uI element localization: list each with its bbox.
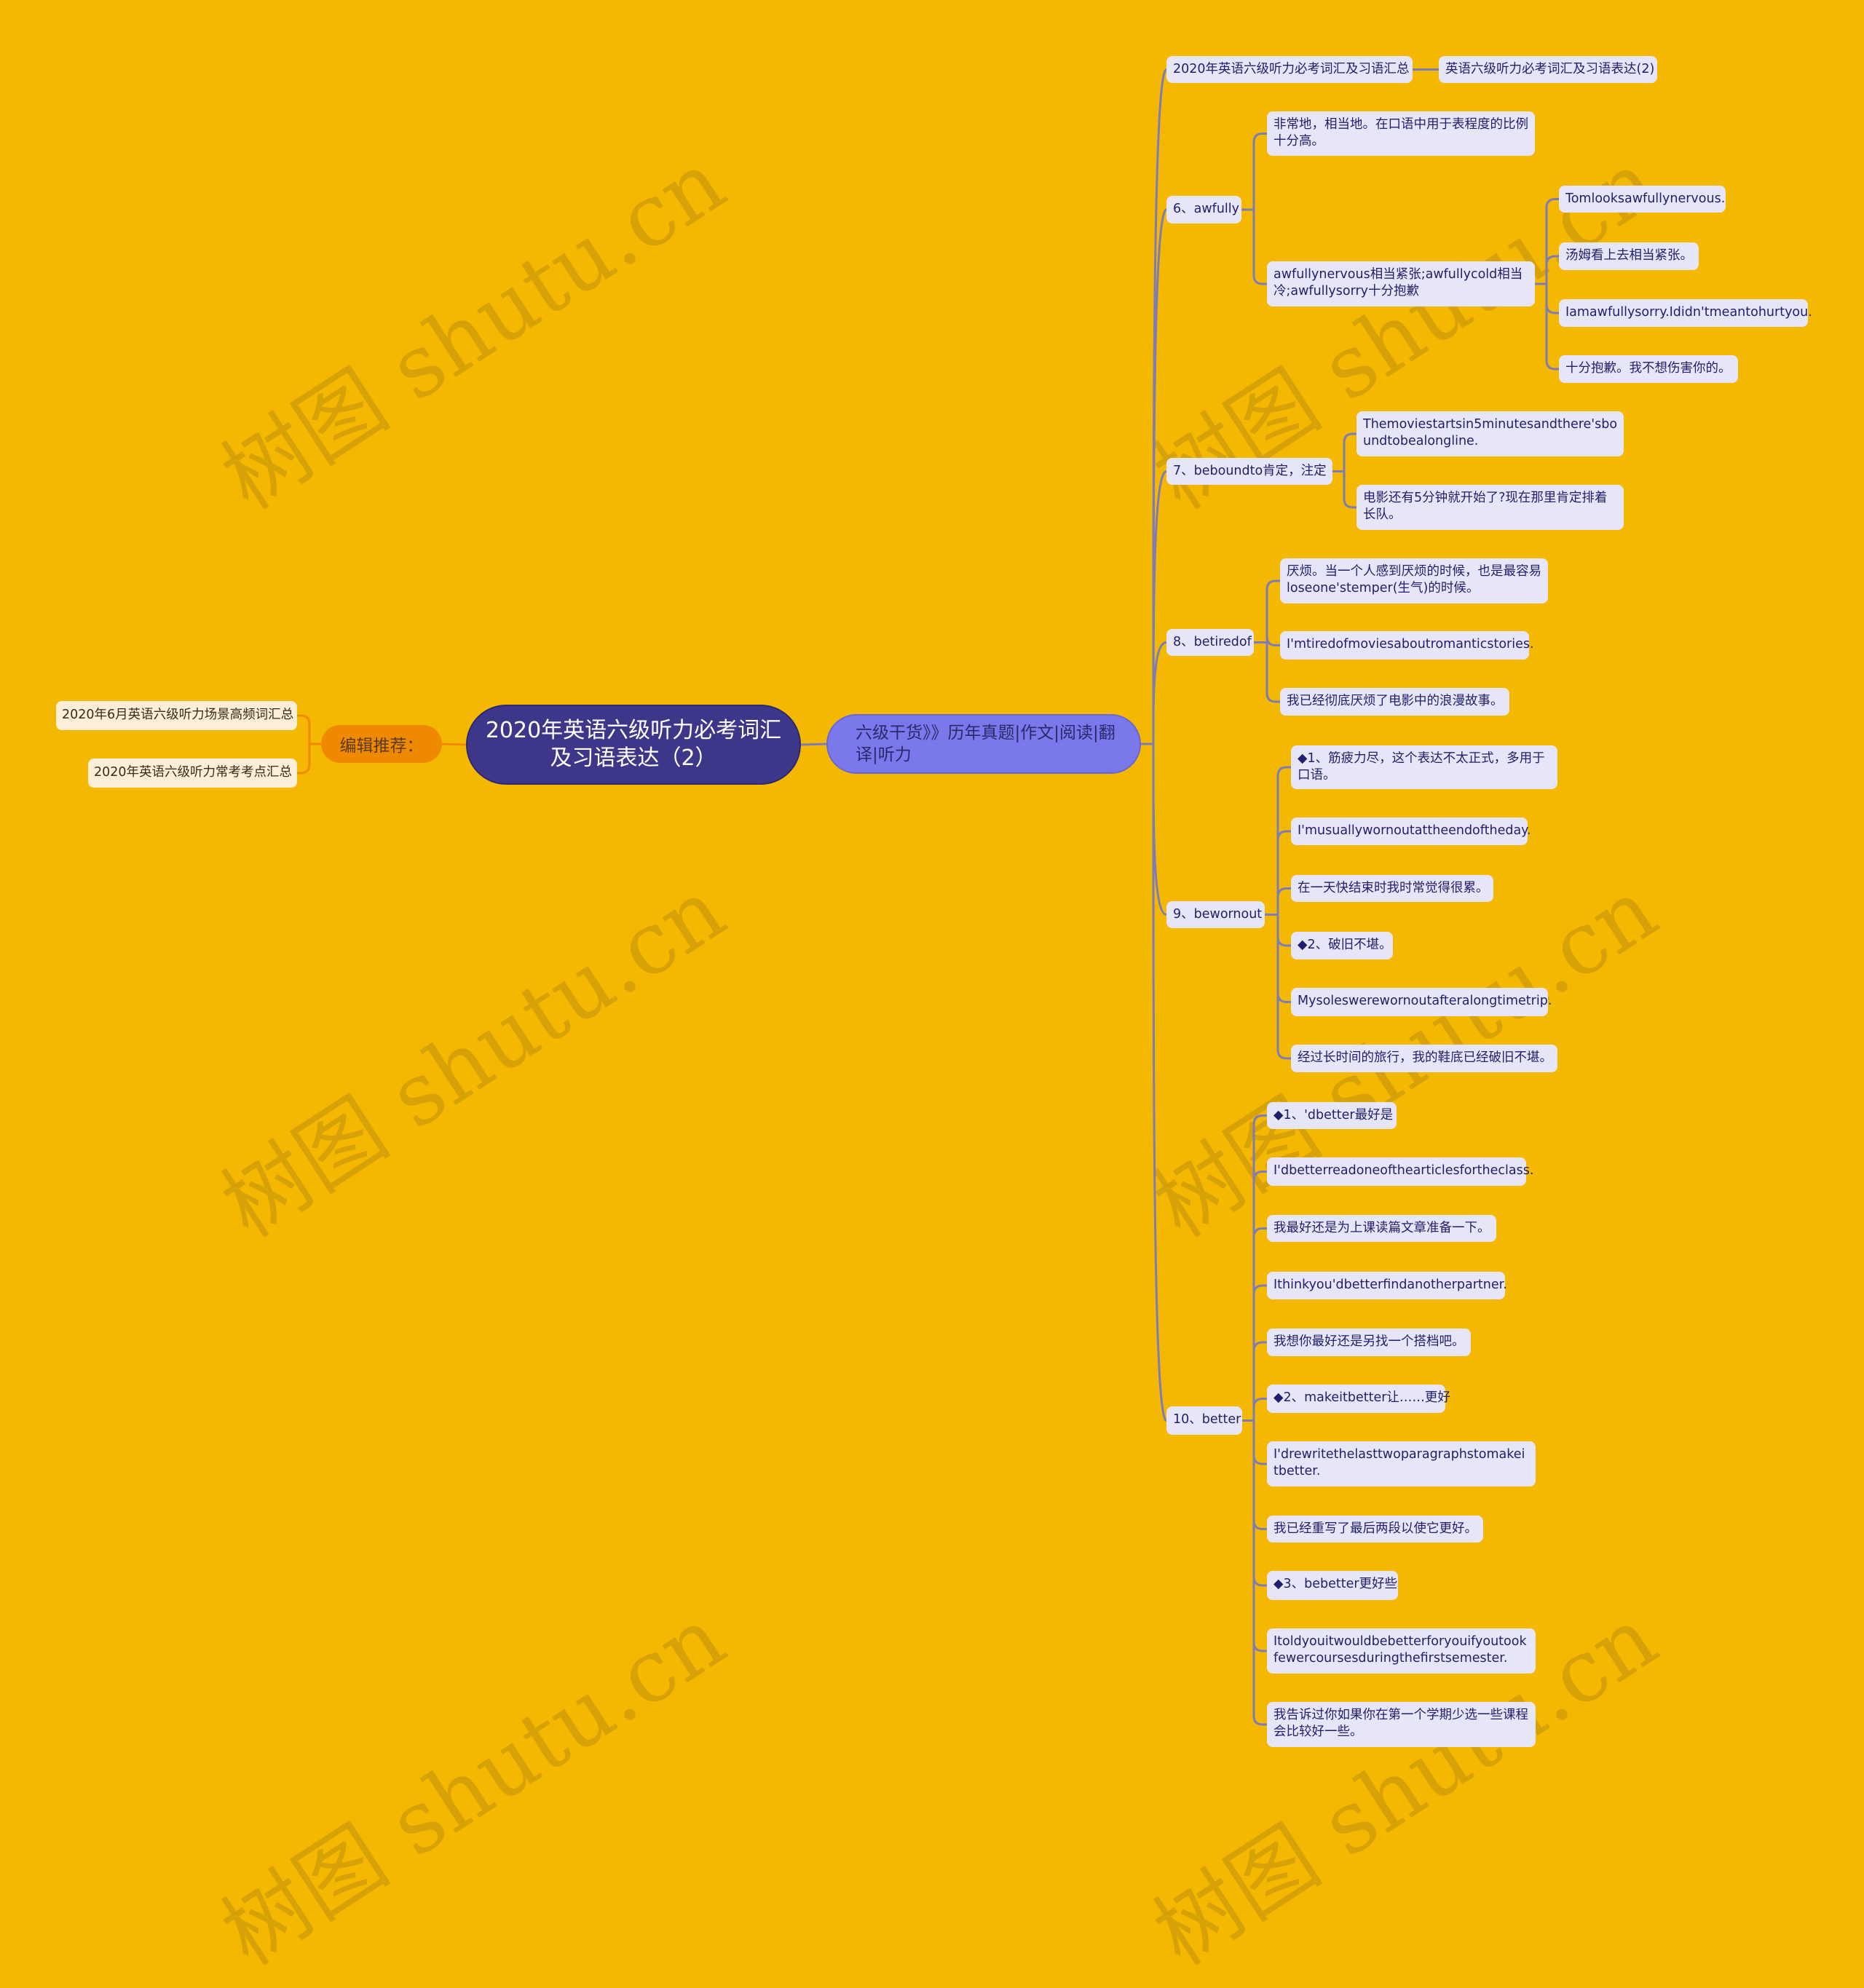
connector-line [1265, 642, 1280, 703]
subtopic-node[interactable]: I'mtiredofmoviesaboutromanticstories. [1280, 631, 1534, 660]
connector-line [1252, 1114, 1267, 1421]
main-branch-node[interactable]: 六级干货》》历年真题|作文|阅读|翻译|听力 [826, 714, 1141, 774]
connector-line [1252, 1420, 1267, 1726]
connector-line [1545, 284, 1559, 314]
connector-line [1252, 1420, 1267, 1530]
subtopic-node[interactable]: I'dbetterreadoneofthearticlesfortheclass… [1267, 1157, 1533, 1186]
subtopic-node[interactable]: 经过长时间的旅行，我的鞋底已经破旧不堪。 [1291, 1045, 1557, 1072]
subtopic-node[interactable]: 我告诉过你如果你在第一个学期少选一些课程会比较好一些。 [1267, 1702, 1536, 1747]
connector-line [297, 742, 321, 775]
editor-recommend-node[interactable]: 编辑推荐： [321, 725, 442, 763]
subtopic-node[interactable]: Ithinkyou'dbetterfindanotherpartner. [1267, 1272, 1507, 1299]
connector-line [1343, 432, 1356, 472]
topic-node[interactable]: 8、betiredof [1166, 629, 1254, 656]
connector-line [1276, 887, 1291, 915]
connector-line [1152, 641, 1167, 745]
topic-node[interactable]: 7、beboundto肯定，注定 [1166, 458, 1332, 485]
connector-line [1252, 132, 1267, 210]
subtopic-node[interactable]: ◆2、makeitbetter让……更好 [1267, 1385, 1450, 1413]
connector-line [1252, 1420, 1267, 1652]
connector-line [1545, 198, 1559, 284]
topic-node[interactable]: 6、awfully [1166, 196, 1241, 223]
connector-line [1252, 1398, 1267, 1421]
topic-node[interactable]: 10、better [1166, 1406, 1242, 1435]
related-link-item[interactable]: 2020年英语六级听力常考考点汇总 [88, 759, 297, 788]
related-link-item[interactable]: 2020年6月英语六级听力场景高频词汇总 [56, 701, 297, 730]
subtopic-node[interactable]: ◆2、破旧不堪。 [1291, 932, 1393, 959]
subtopic-node[interactable]: awfullynervous相当紧张;awfullycold相当冷;awfull… [1267, 261, 1535, 306]
connector-line [1545, 255, 1559, 284]
subtopic-node[interactable]: Themoviestartsin5minutesandthere'sboundt… [1356, 411, 1624, 456]
connector-line [1276, 830, 1291, 915]
connector-line [1252, 1227, 1267, 1421]
connector-line [1152, 470, 1167, 745]
subtopic-node[interactable]: 我想你最好还是另找一个搭档吧。 [1267, 1328, 1471, 1356]
subtopic-node[interactable]: 在一天快结束时我时常觉得很累。 [1291, 875, 1493, 902]
connector-line [1545, 284, 1559, 371]
connector-line [1265, 579, 1280, 643]
connector-line [1343, 471, 1356, 509]
connector-line [441, 742, 467, 746]
subtopic-node[interactable]: I'drewritethelasttwoparagraphstomakeitbe… [1267, 1441, 1536, 1486]
topic-node[interactable]: 2020年英语六级听力必考词汇及习语汇总 [1166, 56, 1413, 83]
connector-line [1265, 636, 1280, 646]
subtopic-node[interactable]: ◆1、筋疲力尽，这个表达不太正式，多用于口语。 [1291, 745, 1557, 789]
example-node[interactable]: 十分抱歉。我不想伤害你的。 [1559, 355, 1738, 383]
connector-line [1252, 1171, 1267, 1421]
connector-line [297, 714, 321, 745]
connector-line [1252, 1341, 1267, 1421]
subtopic-node[interactable]: ◆1、'dbetter最好是 [1267, 1102, 1397, 1129]
connector-line [1252, 210, 1267, 285]
connector-line [800, 742, 827, 746]
connector-line [1276, 914, 1291, 1003]
subtopic-node[interactable]: 厌烦。当一个人感到厌烦的时候，也是最容易loseone'stemper(生气)的… [1280, 558, 1548, 603]
subtopic-node[interactable]: I'musuallywornoutattheendoftheday. [1291, 817, 1531, 845]
subtopic-node[interactable]: 我已经重写了最后两段以使它更好。 [1267, 1516, 1483, 1543]
subtopic-node[interactable]: 电影还有5分钟就开始了?现在那里肯定排着长队。 [1356, 485, 1624, 530]
subtopic-node[interactable]: 我已经彻底厌烦了电影中的浪漫故事。 [1280, 688, 1509, 716]
subtopic-node[interactable]: Mysoleswerewornoutafteralongtimetrip. [1291, 988, 1552, 1016]
example-node[interactable]: 汤姆看上去相当紧张。 [1559, 242, 1699, 270]
connector-line [1252, 1420, 1267, 1465]
subtopic-node[interactable]: 非常地，相当地。在口语中用于表程度的比例十分高。 [1267, 111, 1535, 156]
topic-node[interactable]: 9、bewornout [1166, 901, 1265, 928]
example-node[interactable]: Tomlooksawfullynervous. [1559, 186, 1726, 213]
connector-line [1252, 1420, 1267, 1587]
connector-lines [297, 68, 1559, 1726]
subtopic-node[interactable]: Itoldyouitwouldbebetterforyouifyoutookfe… [1267, 1628, 1536, 1674]
connector-line [1152, 743, 1167, 916]
root-topic[interactable]: 2020年英语六级听力必考词汇及习语表达（2） [466, 705, 801, 785]
connector-line [1276, 914, 1291, 1060]
subtopic-node[interactable]: 我最好还是为上课读篇文章准备一下。 [1267, 1215, 1496, 1242]
connector-line [1276, 914, 1291, 947]
subtopic-node[interactable]: ◆3、bebetter更好些 [1267, 1571, 1398, 1600]
subtopic-node[interactable]: 英语六级听力必考词汇及习语表达(2) [1439, 56, 1657, 83]
example-node[interactable]: Iamawfullysorry.Ididn'tmeantohurtyou. [1559, 299, 1812, 327]
